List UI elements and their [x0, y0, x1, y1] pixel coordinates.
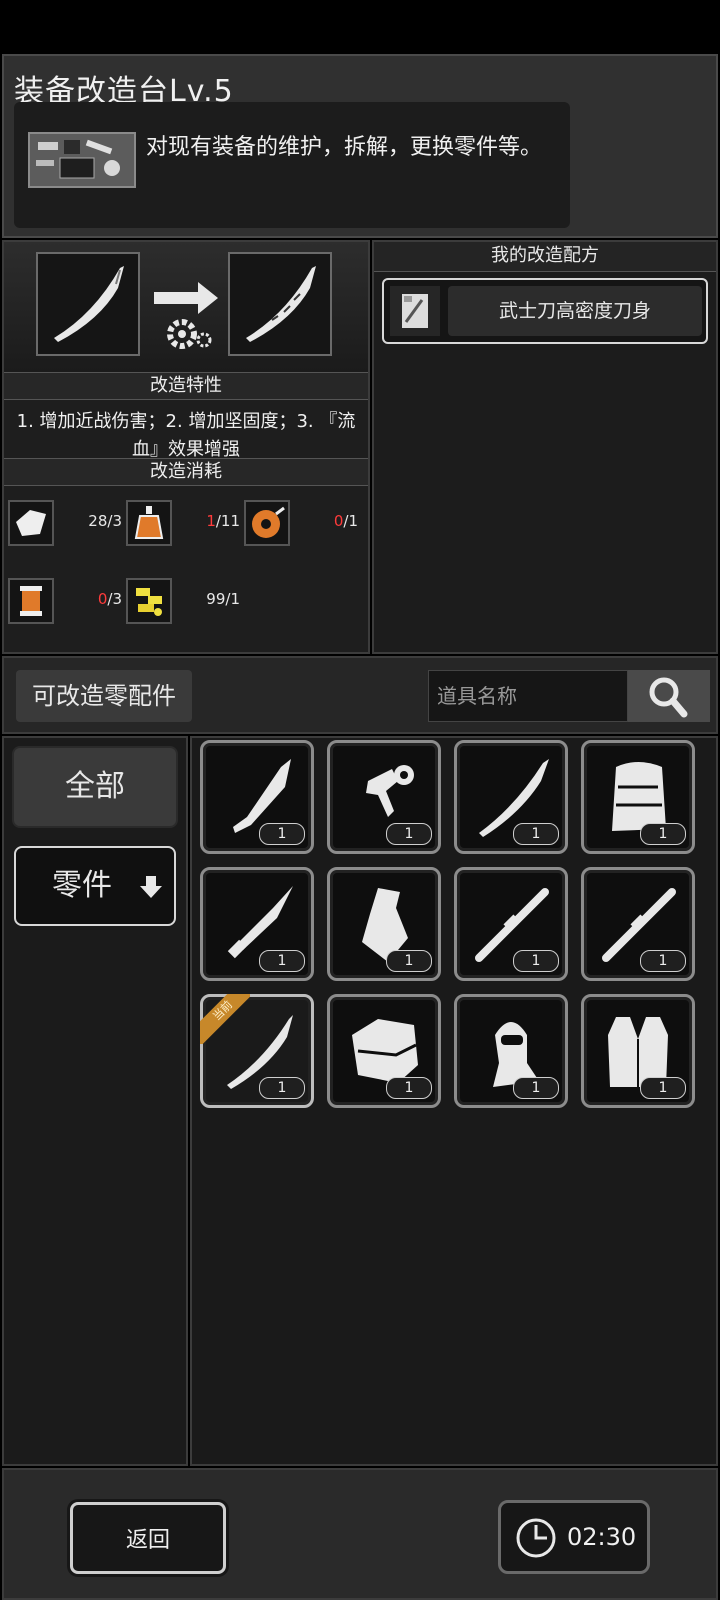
timer-text: 02:30	[567, 1523, 637, 1551]
timer-display[interactable]: 02:30	[498, 1500, 650, 1574]
item-quantity: 1	[640, 950, 686, 972]
category-all-tab[interactable]: 全部	[12, 746, 178, 828]
category-parts-tab[interactable]: 零件	[14, 846, 176, 926]
parts-grid: 1 1 1 1 1 1 1 1 当前 1 1 1 1	[190, 736, 718, 1466]
cost-heading: 改造消耗	[4, 458, 368, 486]
part-item-vest[interactable]: 1	[581, 994, 695, 1108]
recipes-heading: 我的改造配方	[374, 242, 716, 272]
item-quantity: 1	[386, 950, 432, 972]
part-item-rod[interactable]: 1	[454, 867, 568, 981]
part-item-axe-head[interactable]: 1	[327, 867, 441, 981]
katana-blade-icon	[54, 266, 124, 342]
scrap-parts-icon	[126, 578, 172, 624]
category-sidebar: 全部 零件	[2, 736, 188, 1466]
traits-heading: 改造特性	[4, 372, 368, 400]
part-item-curved-blade[interactable]: 1	[454, 740, 568, 854]
part-item-machete-blade[interactable]: 1	[200, 740, 314, 854]
parts-title: 可改造零配件	[16, 670, 192, 722]
description-text: 对现有装备的维护，拆解，更换零件等。	[146, 135, 543, 160]
workbench-tools-icon	[28, 132, 136, 188]
material-thread-spool[interactable]: 0/3	[8, 578, 128, 628]
item-quantity: 1	[386, 1077, 432, 1099]
workbench-header: 装备改造台Lv.5 对现有装备的维护，拆解，更换零件等。	[2, 54, 718, 238]
search-input[interactable]	[428, 670, 628, 722]
material-have: 0	[333, 512, 344, 530]
item-quantity: 1	[259, 950, 305, 972]
item-quantity: 1	[386, 823, 432, 845]
source-item-slot[interactable]	[36, 252, 140, 356]
item-quantity: 1	[259, 1077, 305, 1099]
recipe-item[interactable]: 武士刀高密度刀身	[382, 278, 708, 344]
part-item-backpack[interactable]: 1	[581, 740, 695, 854]
material-tape-roll[interactable]: 0/1	[244, 500, 364, 550]
material-need: /1	[225, 590, 240, 608]
description-box: 对现有装备的维护，拆解，更换零件等。	[14, 102, 570, 228]
katana-blade-icon	[246, 266, 316, 342]
back-button[interactable]: 返回	[70, 1502, 226, 1574]
item-quantity: 1	[513, 823, 559, 845]
part-item-knife-blade[interactable]: 1	[200, 867, 314, 981]
oil-bottle-icon	[126, 500, 172, 546]
arrow-down-icon	[140, 876, 162, 898]
cloth-icon	[8, 500, 54, 546]
material-have: 28	[88, 512, 108, 530]
recipes-panel: 我的改造配方 武士刀高密度刀身	[372, 240, 718, 654]
item-quantity: 1	[259, 823, 305, 845]
tape-roll-icon	[244, 500, 290, 546]
recipe-label: 武士刀高密度刀身	[448, 286, 702, 336]
part-item-rod[interactable]: 1	[581, 867, 695, 981]
upgrade-arrow-gear-icon	[154, 282, 218, 349]
material-need: /1	[343, 512, 358, 530]
search-button[interactable]	[628, 670, 710, 722]
parts-toolbar: 可改造零配件	[2, 656, 718, 734]
clock-icon	[516, 1518, 556, 1558]
material-oil-bottle[interactable]: 1/11	[126, 500, 246, 550]
material-need: /3	[107, 590, 122, 608]
category-parts-label: 零件	[52, 868, 112, 903]
item-quantity: 1	[640, 823, 686, 845]
item-quantity: 1	[513, 1077, 559, 1099]
search-icon	[649, 677, 688, 718]
footer-bar: 返回 02:30	[2, 1468, 718, 1600]
material-scrap-parts[interactable]: 99/1	[126, 578, 246, 628]
upgrade-banner	[4, 242, 368, 378]
item-quantity: 1	[513, 950, 559, 972]
current-badge: 当前	[200, 994, 250, 1044]
material-have: 0	[97, 590, 108, 608]
part-item-trigger[interactable]: 1	[327, 740, 441, 854]
material-need: /3	[107, 512, 122, 530]
thread-spool-icon	[8, 578, 54, 624]
material-have: 99	[206, 590, 226, 608]
material-need: /11	[215, 512, 240, 530]
item-quantity: 1	[640, 1077, 686, 1099]
part-item-armor-pad[interactable]: 1	[327, 994, 441, 1108]
upgrade-panel: 改造特性 1. 增加近战伤害；2. 增加坚固度；3. 『流血』效果增强 改造消耗…	[2, 240, 370, 654]
part-item-balaclava[interactable]: 1	[454, 994, 568, 1108]
traits-text: 1. 增加近战伤害；2. 增加坚固度；3. 『流血』效果增强	[16, 411, 356, 460]
part-item-katana-blade-current[interactable]: 当前 1	[200, 994, 314, 1108]
material-have: 1	[206, 512, 216, 530]
blueprint-icon	[390, 286, 440, 336]
result-item-slot[interactable]	[228, 252, 332, 356]
material-cloth[interactable]: 28/3	[8, 500, 128, 550]
